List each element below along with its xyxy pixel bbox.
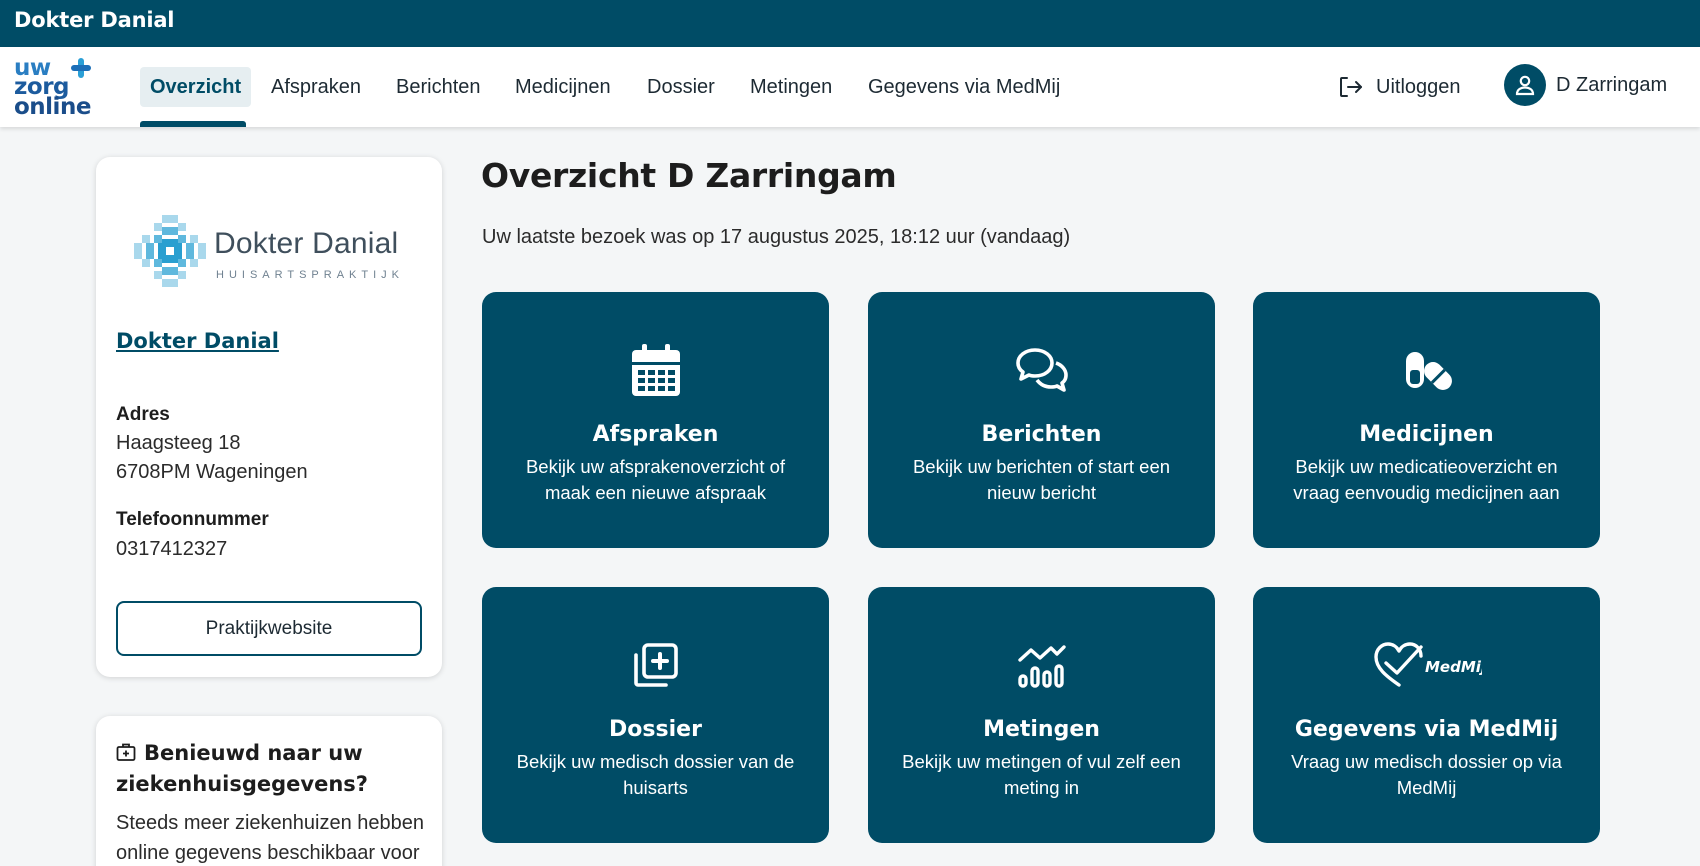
tile-title: Afspraken	[592, 422, 719, 447]
hospital-icon	[116, 743, 136, 761]
practice-info-card: Dokter Danial HUISARTSPRAKTIJK Dokter Da…	[96, 157, 442, 677]
logout-label: Uitloggen	[1376, 75, 1461, 98]
practice-website-button[interactable]: Praktijkwebsite	[116, 601, 422, 656]
tile-berichten[interactable]: Berichten Bekijk uw berichten of start e…	[868, 292, 1215, 548]
medmij-icon: MedMij	[1373, 642, 1482, 687]
logo-plus-icon	[70, 57, 92, 79]
tile-metingen[interactable]: Metingen Bekijk uw metingen of vul zelf …	[868, 587, 1215, 843]
tile-description: Bekijk uw metingen of vul zelf een metin…	[902, 751, 1181, 798]
tile-afspraken[interactable]: Afspraken Bekijk uw afsprakenoverzicht o…	[482, 292, 829, 548]
user-icon	[1504, 64, 1546, 106]
phone-label: Telefoonnummer	[116, 509, 269, 530]
practice-brand: Dokter Danial	[14, 8, 175, 32]
tile-description: Bekijk uw medisch dossier van de huisart…	[516, 751, 795, 798]
active-nav-indicator	[140, 121, 246, 127]
practice-logo: Dokter Danial HUISARTSPRAKTIJK	[132, 213, 412, 291]
nav-item-berichten[interactable]: Berichten	[386, 67, 491, 107]
phone-number: 0317412327	[116, 538, 228, 560]
page-title: Overzicht D Zarringam	[481, 156, 897, 195]
tile-description: Vraag uw medisch dossier op via MedMij	[1291, 751, 1562, 798]
tile-description: Bekijk uw berichten of start een nieuw b…	[912, 456, 1171, 503]
practice-logo-subtitle: HUISARTSPRAKTIJK	[216, 269, 404, 281]
hospital-data-card: Benieuwd naar uw ziekenhuisgegevens? Ste…	[96, 716, 442, 866]
nav-item-metingen[interactable]: Metingen	[740, 67, 842, 107]
practice-name-link[interactable]: Dokter Danial	[116, 329, 279, 353]
last-visit-text: Uw laatste bezoek was op 17 augustus 202…	[482, 226, 1071, 248]
hospital-card-title: Benieuwd naar uw ziekenhuisgegevens?	[116, 738, 426, 800]
svg-text:MedMij: MedMij	[1425, 658, 1482, 676]
tile-title: Berichten	[981, 422, 1102, 447]
medical-file-icon	[633, 643, 678, 687]
nav-item-medicijnen[interactable]: Medicijnen	[505, 67, 621, 107]
nav-item-dossier[interactable]: Dossier	[637, 67, 725, 107]
tile-title: Dossier	[609, 717, 702, 742]
tile-medicijnen[interactable]: Medicijnen Bekijk uw medicatieoverzicht …	[1253, 292, 1600, 548]
nav-item-afspraken[interactable]: Afspraken	[261, 67, 371, 107]
tile-title: Medicijnen	[1359, 422, 1494, 447]
tile-dossier[interactable]: Dossier Bekijk uw medisch dossier van de…	[482, 587, 829, 843]
user-name: D Zarringam	[1556, 73, 1668, 96]
user-menu[interactable]: D Zarringam	[1504, 63, 1667, 107]
logout-icon	[1340, 77, 1362, 97]
calendar-icon	[631, 344, 680, 396]
nav-item-medmij[interactable]: Gegevens via MedMij	[858, 67, 1070, 107]
tile-description: Bekijk uw medicatieoverzicht en vraag ee…	[1293, 456, 1560, 503]
uwzorgonline-logo[interactable]: uw zorg online	[14, 55, 94, 119]
pills-icon	[1405, 352, 1452, 390]
tile-description: Bekijk uw afsprakenoverzicht of maak een…	[525, 456, 786, 503]
top-bar: Dokter Danial	[0, 0, 1700, 47]
practice-cross-icon	[134, 215, 206, 287]
practice-logo-name: Dokter Danial	[214, 227, 399, 260]
tile-title: Metingen	[983, 717, 1100, 742]
hospital-card-title-text: Benieuwd naar uw ziekenhuisgegevens?	[116, 741, 368, 796]
address-line1: Haagsteeg 18	[116, 432, 241, 454]
address-line2: 6708PM Wageningen	[116, 461, 308, 483]
tile-medmij[interactable]: MedMij Gegevens via MedMij Vraag uw medi…	[1253, 587, 1600, 843]
chat-bubbles-icon	[1015, 348, 1068, 392]
hospital-card-text: Steeds meer ziekenhuizen hebben online g…	[116, 812, 424, 864]
address-label: Adres	[116, 404, 170, 425]
main-navigation: uw zorg online Overzicht Afspraken Beric…	[0, 47, 1700, 127]
logo-text-line3: online	[14, 94, 91, 120]
chart-icon	[1017, 645, 1066, 688]
nav-item-overzicht[interactable]: Overzicht	[140, 67, 252, 107]
tile-title: Gegevens via MedMij	[1294, 717, 1559, 742]
logout-button[interactable]: Uitloggen	[1338, 70, 1461, 104]
